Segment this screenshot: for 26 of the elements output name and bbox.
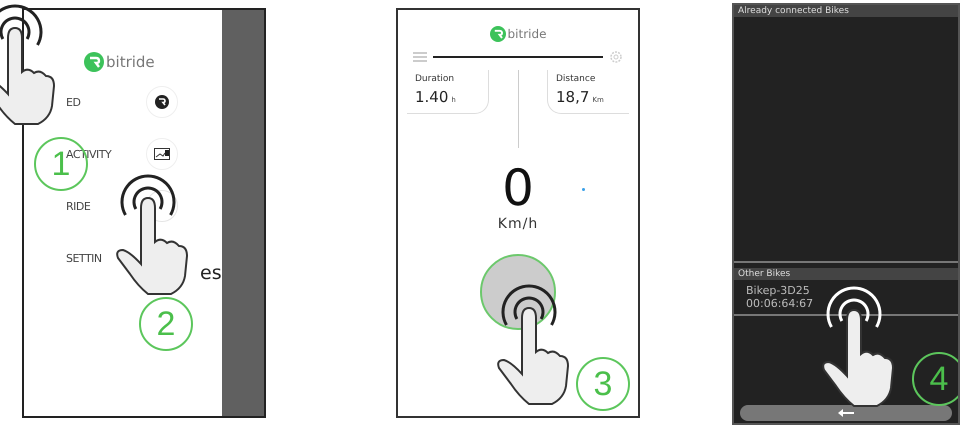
stat-value: 18,7: [556, 88, 590, 106]
step-number: 2: [139, 297, 193, 351]
menu-item[interactable]: ED: [66, 96, 80, 108]
logo-icon: [84, 52, 104, 72]
speed-unit: Km/h: [498, 216, 538, 232]
step-number: 3: [576, 357, 630, 411]
section-header: Already connected Bikes: [734, 5, 958, 17]
step-number: 4: [912, 352, 958, 406]
logo-text: bitride: [106, 53, 155, 71]
menu-item[interactable]: RIDE: [66, 200, 90, 212]
back-button[interactable]: [740, 405, 952, 421]
stat-label: Duration: [415, 74, 456, 84]
status-dot: [582, 188, 586, 191]
section-header: Other Bikes: [734, 268, 958, 280]
settings-icon[interactable]: [609, 50, 623, 64]
menu-item-icon: [146, 86, 178, 118]
side-text: es: [200, 262, 222, 284]
menu-icon[interactable]: [413, 52, 427, 62]
back-arrow-icon: [838, 409, 854, 417]
speed-value: 0: [502, 159, 534, 217]
stat-value: 1.40: [415, 88, 448, 106]
logo-text: bitride: [508, 27, 546, 41]
menu-item-icon: [146, 138, 178, 170]
stat-label: Distance: [556, 74, 596, 84]
menu-item[interactable]: SETTIN: [66, 252, 102, 264]
logo-icon: [490, 26, 506, 42]
